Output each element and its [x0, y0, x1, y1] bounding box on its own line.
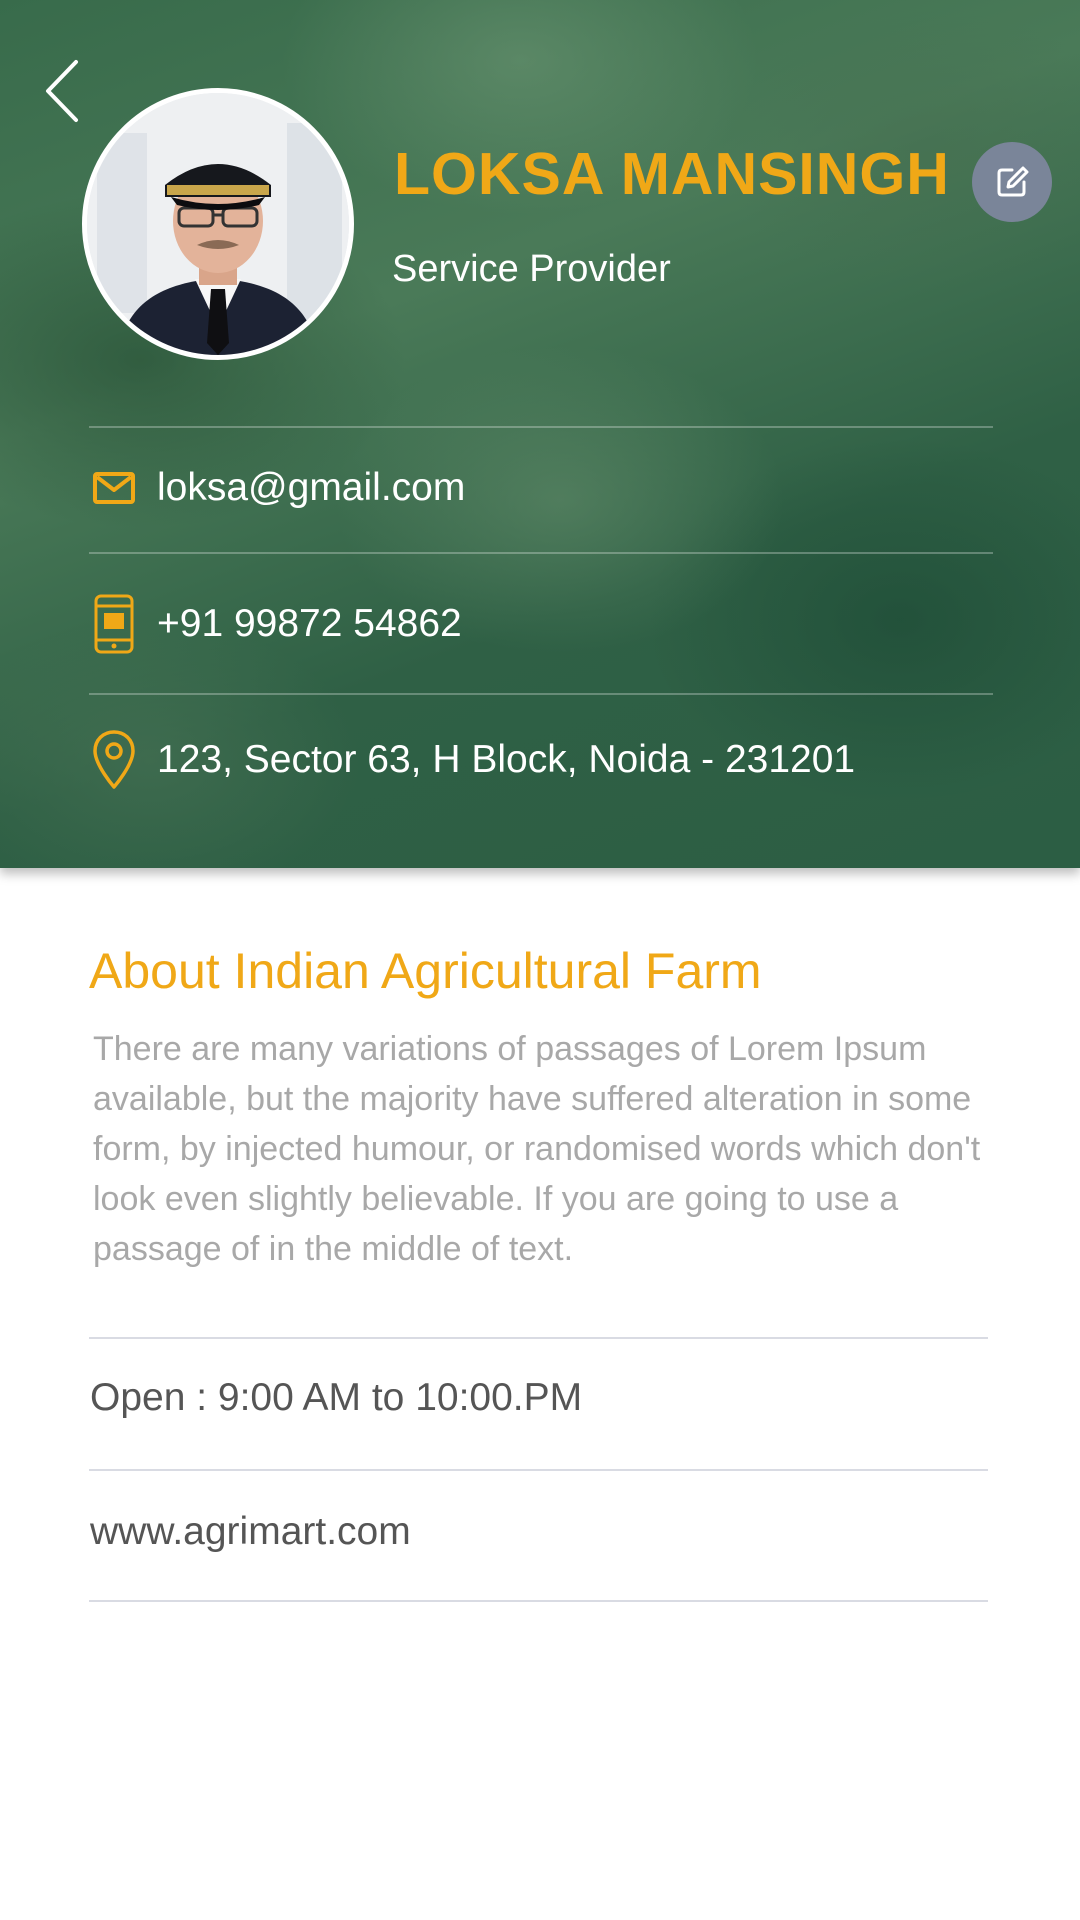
opening-hours: Open : 9:00 AM to 10:00.PM: [90, 1376, 583, 1419]
back-button[interactable]: [36, 56, 88, 126]
chevron-left-icon: [46, 60, 78, 122]
email-row[interactable]: loksa@gmail.com: [89, 460, 993, 516]
phone-row[interactable]: +91 99872 54862: [89, 592, 993, 656]
mail-icon: [89, 471, 139, 505]
edit-square-icon: [997, 166, 1029, 197]
avatar: [82, 88, 354, 360]
divider: [89, 1337, 988, 1339]
profile-header: LOKSA MANSINGH Service Provider loksa@gm…: [0, 0, 1080, 868]
address-row[interactable]: 123, Sector 63, H Block, Noida - 231201: [89, 728, 993, 792]
profile-photo: [87, 93, 349, 355]
divider: [89, 1600, 988, 1602]
divider: [89, 426, 993, 428]
divider: [89, 693, 993, 695]
location-pin-icon: [89, 729, 139, 791]
profile-role: Service Provider: [392, 248, 671, 290]
address-text: 123, Sector 63, H Block, Noida - 231201: [157, 738, 856, 781]
about-title: About Indian Agricultural Farm: [89, 943, 762, 999]
website-link[interactable]: www.agrimart.com: [90, 1510, 411, 1554]
phone-text[interactable]: +91 99872 54862: [157, 602, 462, 646]
divider: [89, 552, 993, 554]
divider: [89, 1469, 988, 1471]
mobile-phone-icon: [89, 593, 139, 655]
edit-profile-button[interactable]: [972, 142, 1052, 222]
email-text[interactable]: loksa@gmail.com: [157, 466, 465, 510]
about-description: There are many variations of passages of…: [93, 1030, 981, 1268]
profile-name: LOKSA MANSINGH: [394, 141, 950, 207]
